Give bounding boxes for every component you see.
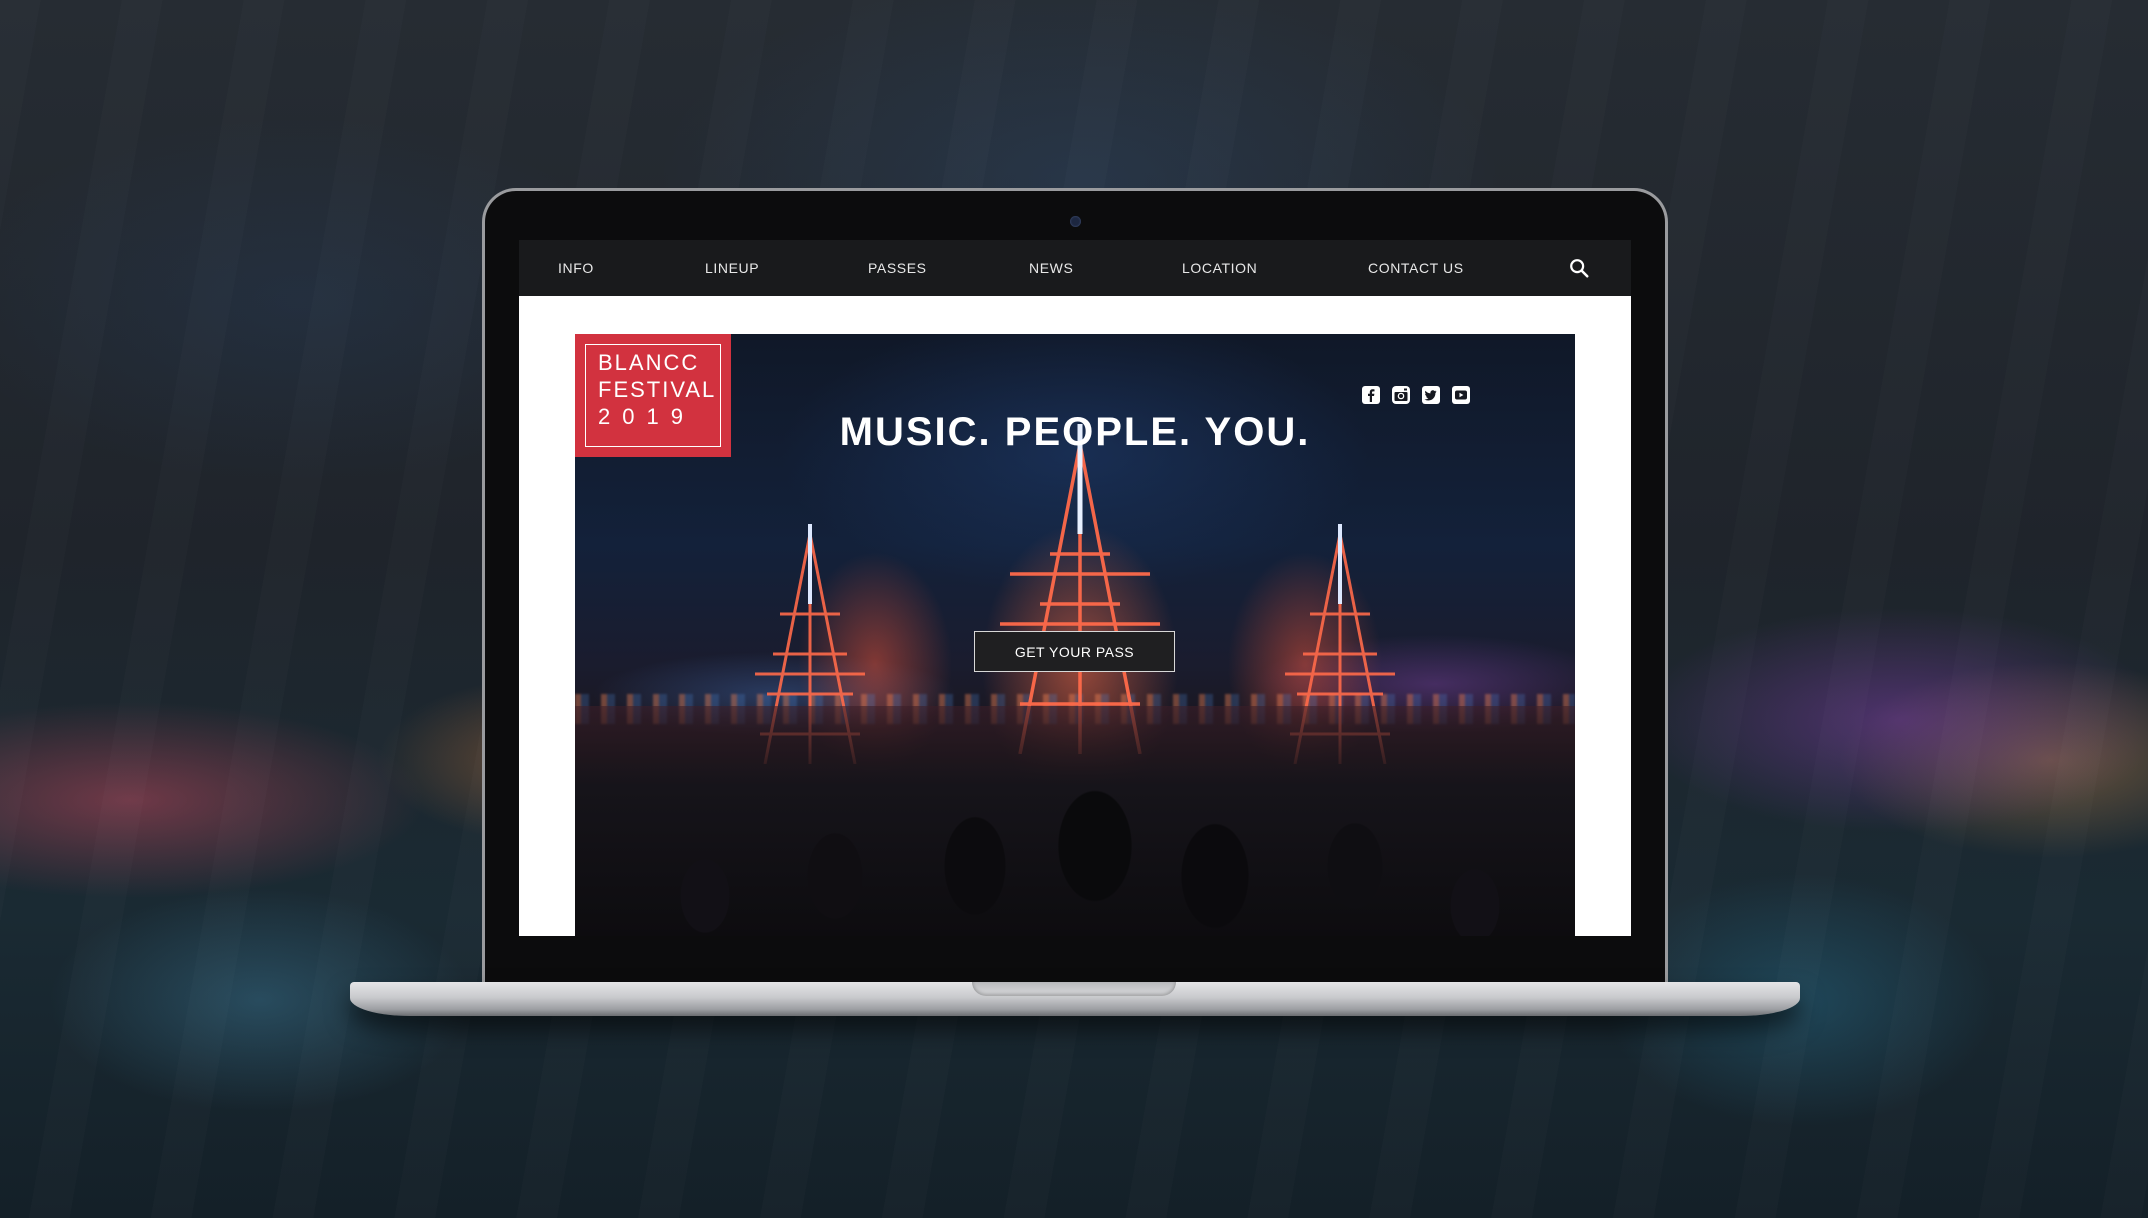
webcam bbox=[1070, 216, 1081, 227]
hero-headline: MUSIC. PEOPLE. YOU. bbox=[839, 410, 1311, 454]
hero-banner: BLANCC FESTIVAL 2019 MUSIC. PEOPLE. YOU. bbox=[575, 334, 1575, 936]
top-navigation: INFO LINEUP PASSES NEWS LOCATION CONTACT… bbox=[519, 240, 1631, 296]
logo-line-blancc: BLANCC bbox=[598, 350, 700, 375]
tower-center-illustration bbox=[1000, 424, 1160, 754]
youtube-icon[interactable] bbox=[1451, 385, 1471, 405]
nav-info[interactable]: INFO bbox=[558, 240, 594, 296]
nav-contact-us[interactable]: CONTACT US bbox=[1368, 240, 1464, 296]
nav-news[interactable]: NEWS bbox=[1029, 240, 1073, 296]
nav-passes[interactable]: PASSES bbox=[868, 240, 927, 296]
nav-lineup[interactable]: LINEUP bbox=[705, 240, 759, 296]
nav-location[interactable]: LOCATION bbox=[1182, 240, 1257, 296]
search-icon[interactable] bbox=[1568, 257, 1590, 279]
get-your-pass-button[interactable]: GET YOUR PASS bbox=[974, 631, 1175, 672]
twitter-icon[interactable] bbox=[1421, 385, 1441, 405]
logo-line-festival: FESTIVAL bbox=[598, 377, 717, 402]
laptop-opening-notch bbox=[972, 982, 1176, 996]
instagram-icon[interactable] bbox=[1391, 385, 1411, 405]
laptop-screen: INFO LINEUP PASSES NEWS LOCATION CONTACT… bbox=[519, 240, 1631, 936]
crowd-silhouette bbox=[575, 706, 1575, 936]
facebook-icon[interactable] bbox=[1361, 385, 1381, 405]
